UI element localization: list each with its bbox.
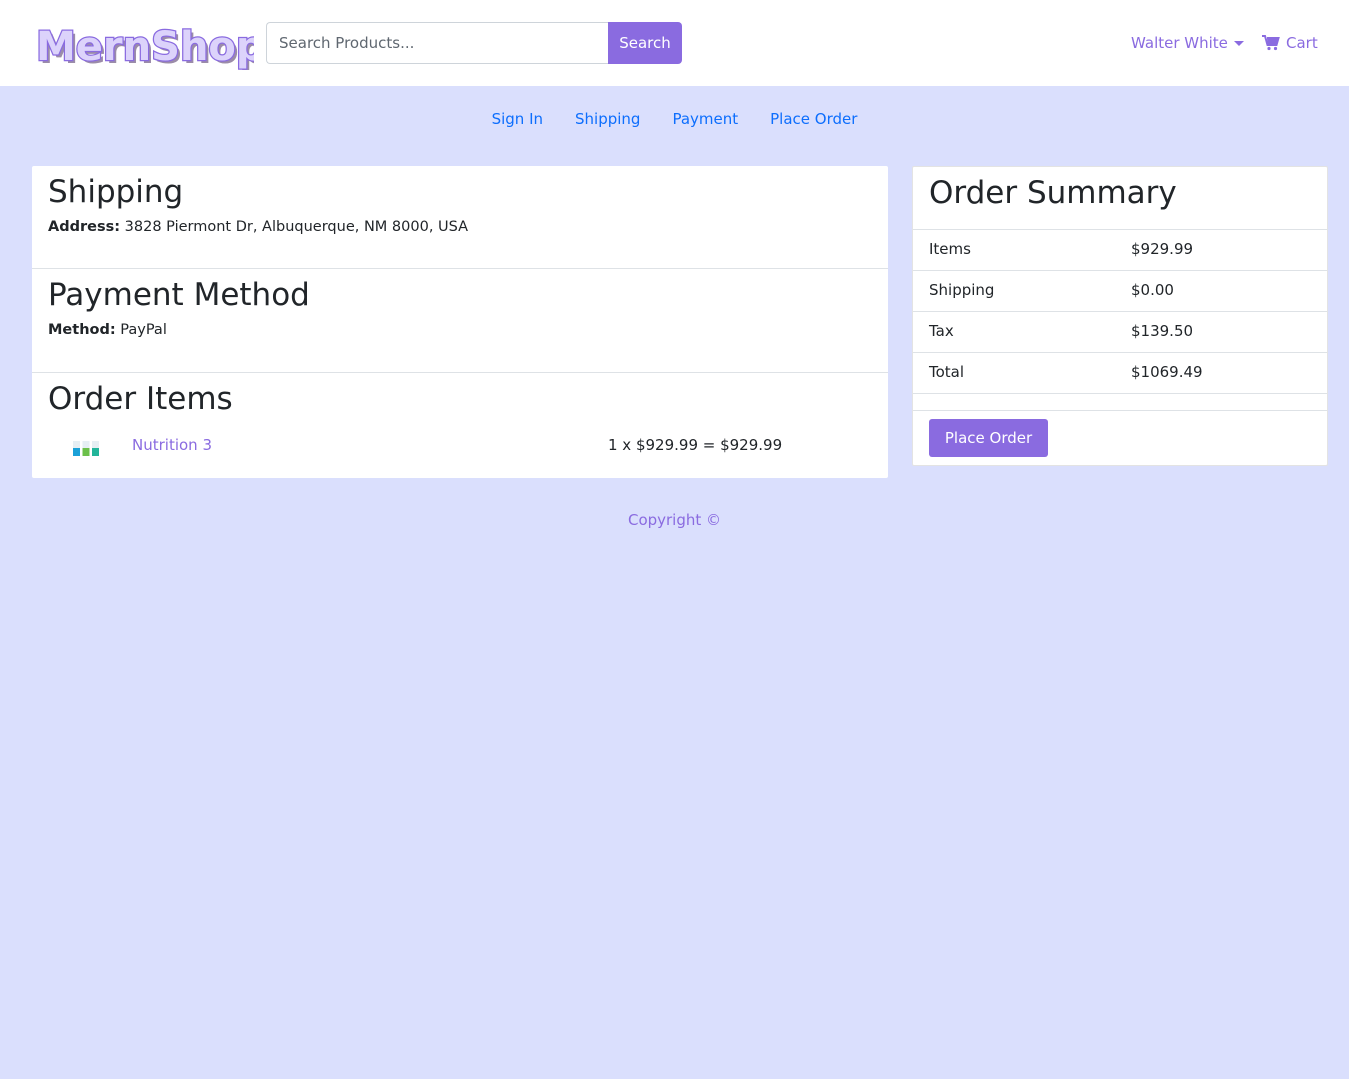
cart-label: Cart (1286, 34, 1318, 52)
user-name: Walter White (1131, 34, 1228, 52)
step-shipping[interactable]: Shipping (575, 110, 640, 134)
order-summary-card: Order Summary Items $929.99 Shipping $0.… (912, 166, 1328, 466)
summary-value: $1069.49 (1131, 363, 1203, 381)
product-thumbnail[interactable] (70, 437, 102, 457)
shipping-address: Address: 3828 Piermont Dr, Albuquerque, … (48, 219, 872, 235)
order-summary-heading: Order Summary (929, 175, 1177, 211)
method-label: Method: (48, 322, 116, 339)
summary-row-shipping: Shipping $0.00 (913, 270, 1327, 311)
divider (32, 268, 888, 269)
checkout-steps: Sign In Shipping Payment Place Order (0, 110, 1349, 134)
summary-row-tax: Tax $139.50 (913, 311, 1327, 352)
item-name-link[interactable]: Nutrition 3 (132, 436, 212, 454)
summary-value: $0.00 (1131, 281, 1174, 299)
footer-copyright: Copyright © (627, 511, 722, 529)
step-place-order[interactable]: Place Order (770, 110, 857, 134)
divider (32, 372, 888, 373)
cart-link[interactable]: Cart (1262, 31, 1318, 55)
summary-row-total: Total $1069.49 (913, 352, 1327, 393)
step-payment[interactable]: Payment (672, 110, 738, 134)
navbar: MernShop MernShop Search Walter White Ca… (0, 0, 1349, 86)
summary-row-empty (913, 393, 1327, 410)
svg-text:MernShop: MernShop (36, 24, 254, 70)
user-menu-dropdown[interactable]: Walter White (1131, 31, 1244, 55)
summary-label: Items (929, 240, 971, 258)
chevron-down-icon (1233, 40, 1244, 46)
summary-label: Tax (929, 322, 954, 340)
summary-value: $929.99 (1131, 240, 1194, 258)
order-items-heading: Order Items (48, 381, 233, 417)
item-subtotal: 1 x $929.99 = $929.99 (608, 436, 783, 454)
summary-label: Shipping (929, 281, 995, 299)
place-order-button[interactable]: Place Order (929, 419, 1048, 457)
payment-method: Method: PayPal (48, 322, 872, 338)
summary-row-items: Items $929.99 (913, 229, 1327, 270)
summary-label: Total (929, 363, 965, 381)
address-value: 3828 Piermont Dr, Albuquerque, NM 8000, … (124, 219, 469, 236)
order-items-section: Order Items (32, 381, 888, 418)
order-item-row: Nutrition 3 1 x $929.99 = $929.99 (32, 434, 888, 460)
address-label: Address: (48, 219, 121, 236)
search-button[interactable]: Search (608, 22, 682, 64)
step-sign-in[interactable]: Sign In (492, 110, 543, 134)
order-details-card: Shipping Address: 3828 Piermont Dr, Albu… (32, 166, 888, 478)
payment-section: Payment Method Method: PayPal (32, 277, 888, 338)
search-input[interactable] (266, 22, 608, 64)
shipping-section: Shipping Address: 3828 Piermont Dr, Albu… (32, 174, 888, 235)
shopping-cart-icon (1262, 35, 1280, 51)
mernshop-logo[interactable]: MernShop MernShop (30, 20, 254, 70)
shipping-heading: Shipping (48, 174, 184, 210)
method-value: PayPal (120, 322, 167, 339)
summary-value: $139.50 (1131, 322, 1194, 340)
payment-heading: Payment Method (48, 277, 310, 313)
